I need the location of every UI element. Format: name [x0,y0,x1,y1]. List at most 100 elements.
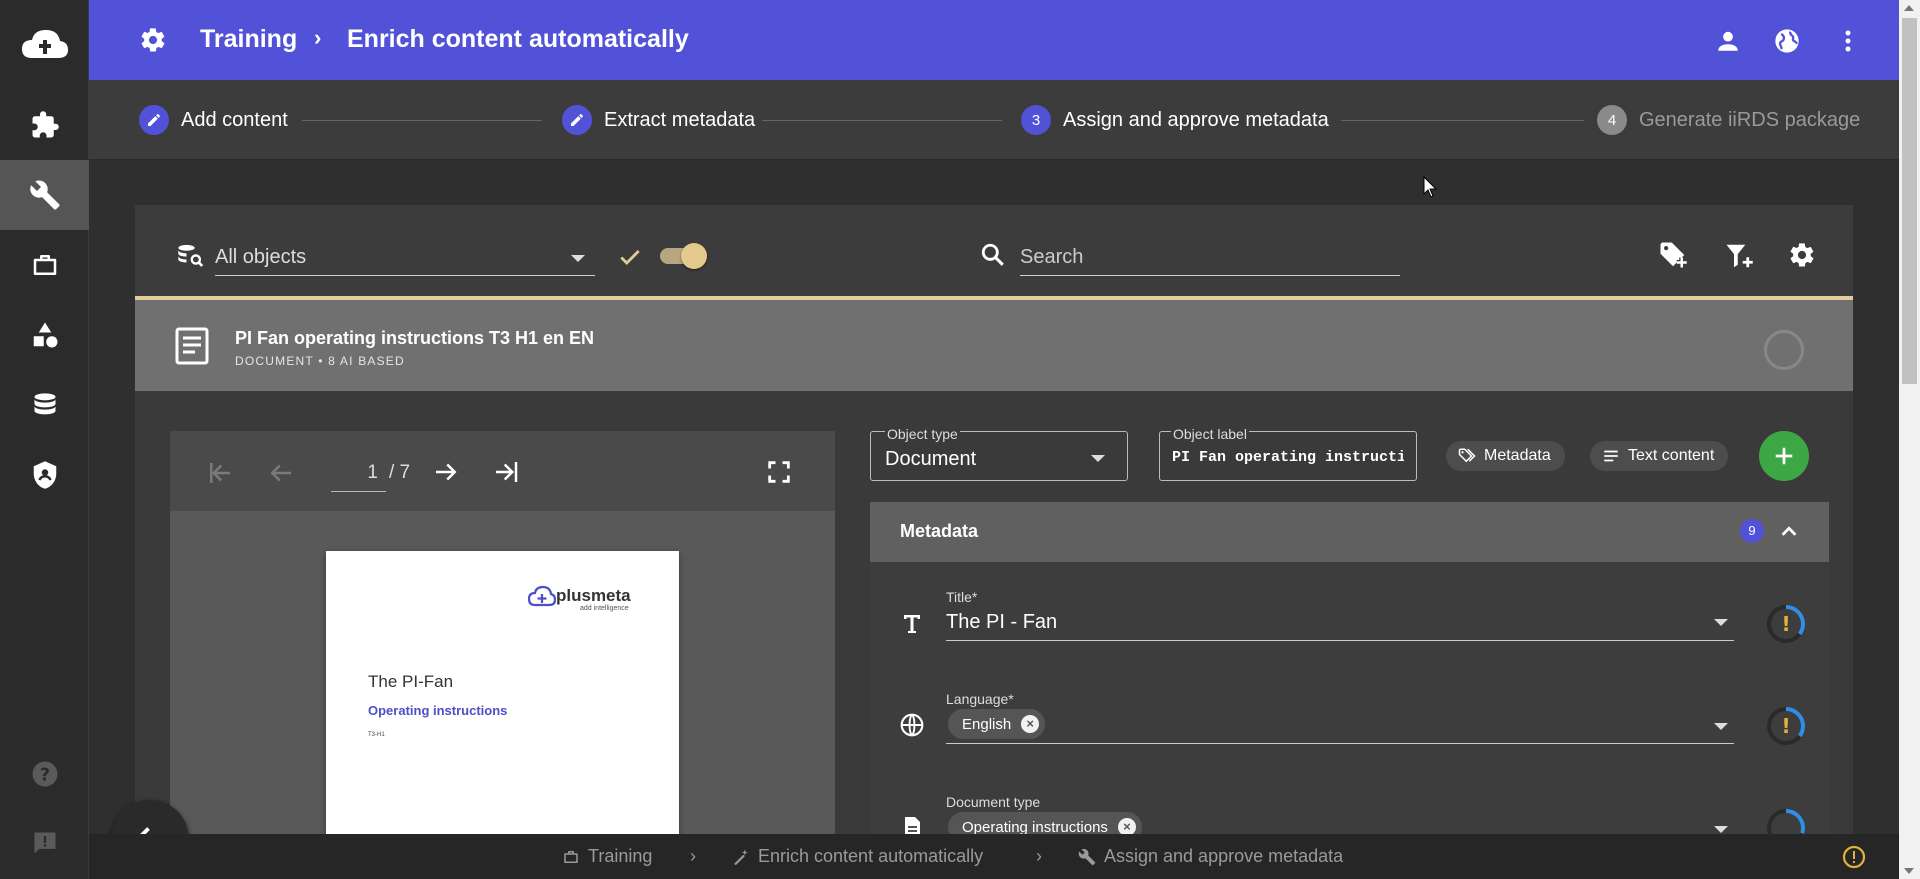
globe-icon[interactable] [1772,26,1802,56]
scroll-down-icon[interactable] [1904,868,1914,874]
last-page-icon[interactable] [491,457,521,487]
chevron-down-icon [1091,455,1105,462]
progress-ring: ! [1767,707,1805,745]
step-connector [762,120,1002,121]
field-label: Document type [946,794,1041,810]
cloud-logo-icon[interactable] [0,18,89,74]
language-field[interactable]: Language* English × [946,691,1734,744]
side-nav: ? [0,0,89,879]
previous-page-icon[interactable] [266,458,296,488]
chip-remove-icon[interactable]: × [1021,715,1040,733]
object-title: PI Fan operating instructions T3 H1 en E… [235,328,595,348]
text-content-chip[interactable]: Text content [1590,441,1729,471]
sidebar-item-training[interactable] [0,160,89,230]
more-vert-icon[interactable] [1833,26,1863,56]
mouse-cursor-icon [1423,176,1437,198]
toggle-thumb [681,243,707,269]
text-format-icon [897,608,927,638]
next-page-icon[interactable] [431,457,461,487]
database-search-icon [176,242,204,270]
warning-icon[interactable] [1842,845,1866,869]
page-number-input[interactable]: 1 [331,462,386,492]
breadcrumb-separator: › [1036,846,1042,866]
bottom-breadcrumb-training[interactable]: Training [562,846,652,867]
scroll-up-icon[interactable] [1904,5,1914,11]
page-indicator: 1 / 7 [328,460,428,492]
plusmeta-logo: plusmeta add intelligence [528,585,638,615]
document-subtitle: Operating instructions [368,703,508,718]
object-header[interactable]: PI Fan operating instructions T3 H1 en E… [135,300,1853,391]
tag-add-icon[interactable] [1658,240,1688,270]
breadcrumb-section[interactable]: Training [200,25,297,54]
step-connector [302,120,542,121]
object-label-input[interactable]: Object label PI Fan operating instructio… [1159,426,1417,481]
add-button[interactable] [1759,431,1809,481]
help-icon[interactable]: ? [0,739,89,809]
chevron-up-icon[interactable] [1778,521,1800,543]
text-lines-icon [1604,450,1618,462]
approved-toggle[interactable] [657,242,707,269]
search-icon [980,242,1006,268]
step-number: 3 [1021,105,1051,135]
field-label: Title* [946,589,978,605]
sidebar-item-database[interactable] [0,370,89,440]
document-title: The PI-Fan [368,672,454,691]
svg-text:?: ? [39,765,49,785]
sidebar-item-classes[interactable] [0,300,89,370]
bottom-breadcrumb-enrich[interactable]: Enrich content automatically [732,846,983,867]
title-field[interactable]: Title* The PI - Fan [946,589,1734,641]
object-filter-select[interactable]: All objects [215,240,595,276]
step-label: Assign and approve metadata [1063,108,1329,131]
step-generate-package: 4 Generate iiRDS package [1597,104,1860,136]
step-label: Extract metadata [604,108,756,131]
step-assign-metadata[interactable]: 3 Assign and approve metadata [1021,104,1329,136]
search-placeholder: Search [1020,246,1084,268]
metadata-chip[interactable]: Metadata [1446,441,1565,471]
metadata-heading: Metadata [900,521,979,541]
language-chip[interactable]: English × [948,709,1046,739]
sidebar-item-plugins[interactable] [0,90,89,160]
check-icon[interactable] [617,244,643,270]
globe-icon [897,710,927,740]
object-type-select[interactable]: Object type Document [870,426,1128,481]
wrench-icon [29,180,60,210]
step-add-content[interactable]: Add content [139,104,288,136]
step-label: Add content [181,108,288,131]
search-input[interactable]: Search [1020,240,1400,276]
field-value: Document [885,448,977,470]
step-extract-metadata[interactable]: Extract metadata [562,104,755,136]
chevron-down-icon[interactable] [1714,826,1728,833]
edit-icon [139,105,169,135]
settings-icon [139,26,167,54]
document-icon [175,327,209,365]
bottom-breadcrumb-bar: Training › Enrich content automatically … [89,834,1899,879]
breadcrumb-separator: › [314,25,322,50]
filter-add-icon[interactable] [1724,241,1754,271]
plus-icon [1775,447,1793,465]
shapes-icon [33,322,57,348]
sidebar-item-projects[interactable] [0,230,89,300]
sidebar-item-admin[interactable] [0,440,89,510]
chevron-down-icon[interactable] [1714,723,1728,730]
svg-text:!: ! [1781,612,1790,636]
chevron-down-icon [571,255,585,262]
fullscreen-icon[interactable] [765,458,793,486]
first-page-icon[interactable] [205,458,235,488]
field-label: Object label [1171,426,1249,442]
breadcrumb-separator: › [690,846,696,866]
field-value: PI Fan operating instructions T3 H1 en E… [1172,449,1404,466]
scrollbar-thumb[interactable] [1902,18,1917,384]
settings-icon[interactable] [1788,241,1816,269]
step-number: 4 [1597,105,1627,135]
edit-icon [562,105,592,135]
puzzle-icon [32,111,59,138]
svg-text:!: ! [1781,714,1790,738]
step-label: Generate iiRDS package [1639,108,1861,131]
feedback-icon[interactable] [0,808,89,878]
page-scrollbar[interactable] [1899,0,1920,879]
metadata-panel-header[interactable]: Metadata 9 [870,502,1829,562]
step-connector [1341,120,1584,121]
user-icon[interactable] [1713,26,1743,56]
chevron-down-icon[interactable] [1714,619,1728,626]
wrench-icon [1078,848,1096,865]
